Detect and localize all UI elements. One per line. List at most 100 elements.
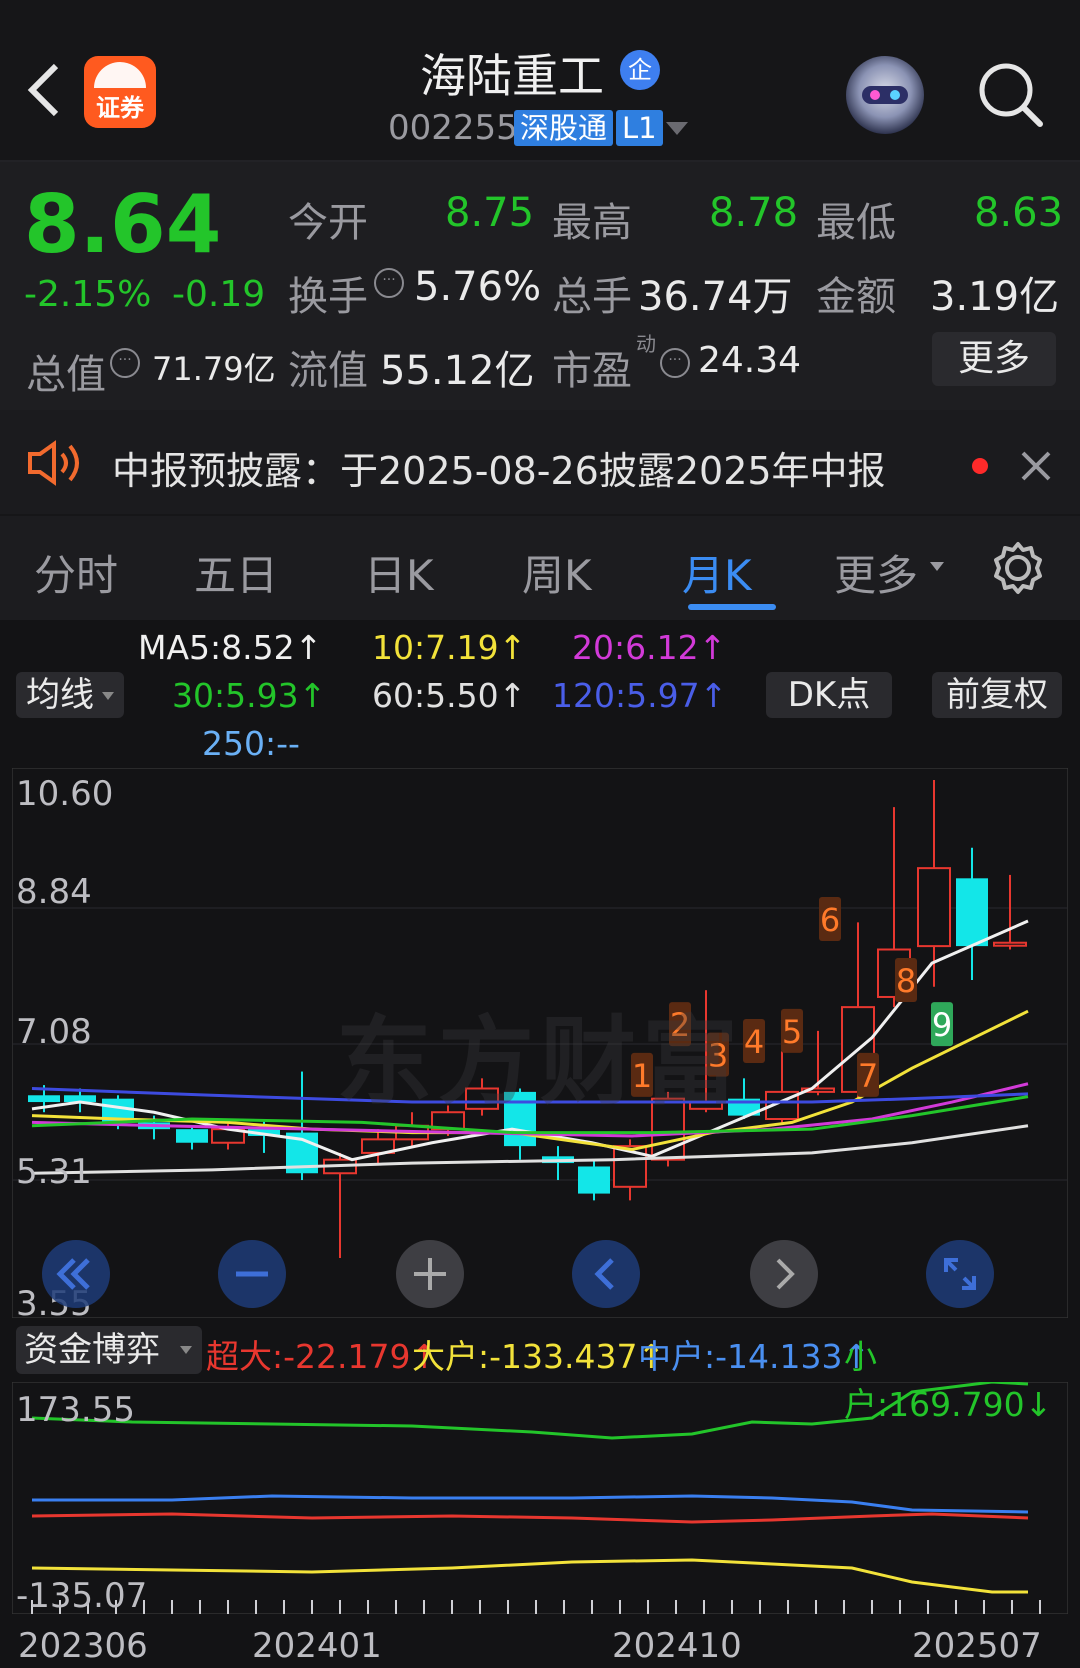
tab-more[interactable]: 更多 <box>834 542 918 603</box>
stock-code: 002255 <box>388 108 518 148</box>
ma120-value: 120:5.97↑ <box>552 676 728 715</box>
y-axis-label: 8.84 <box>16 872 92 912</box>
low-label: 最低 <box>816 200 896 246</box>
info-icon[interactable]: ··· <box>374 268 404 298</box>
ma5-value: MA5:8.52↑ <box>138 628 323 667</box>
ma-select-label: 均线 <box>26 675 94 715</box>
zoom-in-button[interactable] <box>396 1240 464 1308</box>
turnover-label: 换手 <box>288 274 368 320</box>
x-axis-label: 202401 <box>252 1626 382 1666</box>
dk-marker[interactable]: 8 <box>895 958 917 1003</box>
svg-text:7: 7 <box>858 1057 878 1095</box>
enterprise-badge: 企 <box>620 50 660 90</box>
dk-marker[interactable]: 5 <box>781 1008 803 1053</box>
volume-label: 总手 <box>552 274 632 320</box>
svg-text:6: 6 <box>820 901 840 939</box>
ma20-value: 20:6.12↑ <box>572 628 727 667</box>
float-label: 流值 <box>288 348 368 394</box>
tab-intraday[interactable]: 分时 <box>34 542 118 603</box>
unread-dot <box>972 458 988 474</box>
current-price: 8.64 <box>24 178 222 271</box>
svg-text:8: 8 <box>896 962 916 1000</box>
amount-value: 3.19亿 <box>930 274 1060 320</box>
ma30-value: 30:5.93↑ <box>172 676 327 715</box>
dk-marker[interactable]: 7 <box>857 1052 879 1097</box>
y-axis-label: 5.31 <box>16 1152 92 1192</box>
scroll-right-button[interactable] <box>750 1240 818 1308</box>
fund-flow-chart[interactable] <box>12 1382 1068 1614</box>
super-large-value: 超大:-22.179↑ <box>206 1337 439 1376</box>
fund-flow-line <box>32 1494 1029 1514</box>
dk-marker[interactable]: 4 <box>743 1019 765 1064</box>
notice-text[interactable]: 中报预披露：于2025-08-26披露2025年中报 <box>112 440 886 495</box>
volume-value: 36.74万 <box>638 274 793 320</box>
candle-body <box>993 941 1027 947</box>
watermark: 东方财富 <box>336 1006 744 1118</box>
candle-body <box>917 867 951 948</box>
tab-weekly-k[interactable]: 周K <box>522 542 592 603</box>
notice-bar[interactable]: 中报预披露：于2025-08-26披露2025年中报 <box>0 410 1080 514</box>
ma250-value: 250:-- <box>202 724 300 763</box>
scroll-to-start-button[interactable] <box>42 1240 110 1308</box>
info-icon[interactable]: ··· <box>110 348 140 378</box>
logo-emblem-icon <box>94 62 146 88</box>
dk-label: DK点 <box>787 675 871 715</box>
pe-dynamic-mark: 动 <box>636 332 656 356</box>
x-axis-label: 202306 <box>18 1626 148 1666</box>
candle-body <box>176 1129 208 1143</box>
y-axis-label: 7.08 <box>16 1012 92 1052</box>
low-value: 8.63 <box>974 190 1064 236</box>
change-percent: -2.15% <box>24 274 152 315</box>
ma60-value: 60:5.50↑ <box>372 676 527 715</box>
close-icon[interactable] <box>1020 450 1052 482</box>
fund-y-top: 173.55 <box>16 1390 135 1430</box>
high-label: 最高 <box>552 200 632 246</box>
x-axis-label: 202410 <box>612 1626 742 1666</box>
tab-monthly-k[interactable]: 月K <box>682 542 752 603</box>
quote-panel: 8.64 -2.15% -0.19 总值 ··· 71.79亿 今开 8.75 … <box>0 162 1080 410</box>
speaker-icon <box>28 440 79 486</box>
large-value: 大户:-133.437↑ <box>412 1337 666 1376</box>
search-icon[interactable] <box>976 60 1046 130</box>
info-icon[interactable]: ··· <box>660 348 690 378</box>
tab-daily-k[interactable]: 日K <box>364 542 434 603</box>
chevron-down-icon[interactable] <box>930 562 944 571</box>
zoom-out-button[interactable] <box>218 1240 286 1308</box>
fullscreen-button[interactable] <box>926 1240 994 1308</box>
x-axis-label: 202507 <box>912 1626 1042 1666</box>
fund-y-bottom: -135.07 <box>16 1576 148 1616</box>
fund-flow-line <box>31 1512 1029 1524</box>
tab-five-day[interactable]: 五日 <box>194 542 278 603</box>
broker-logo[interactable]: 证券 <box>84 56 156 128</box>
float-value: 55.12亿 <box>380 348 535 394</box>
turnover-value: 5.76% <box>414 264 542 310</box>
fund-indicator-select[interactable]: 资金博弈 <box>16 1326 202 1374</box>
high-value: 8.78 <box>709 190 799 236</box>
adjust-select[interactable]: 前复权 <box>932 672 1062 718</box>
medium-value: 中户:-14.133↑ <box>638 1337 871 1376</box>
candle-body <box>28 1095 60 1103</box>
dk-marker[interactable]: 9 <box>931 1002 953 1047</box>
more-button[interactable]: 更多 <box>932 332 1056 386</box>
connect-tag: 深股通 <box>514 110 614 146</box>
chevron-down-icon <box>102 692 114 700</box>
stock-name[interactable]: 海陆重工 <box>420 40 604 106</box>
chevron-down-icon <box>180 1346 192 1354</box>
ma10-value: 10:7.19↑ <box>372 628 527 667</box>
pe-label: 市盈 <box>552 348 632 394</box>
mktcap-value: 71.79亿 <box>152 350 276 388</box>
settings-gear-icon[interactable] <box>990 540 1046 596</box>
y-axis-label: 10.60 <box>16 774 114 814</box>
robot-assistant-icon[interactable] <box>846 56 924 134</box>
level-dropdown-icon[interactable] <box>666 122 688 135</box>
dk-point-toggle[interactable]: DK点 <box>766 672 892 718</box>
scroll-left-button[interactable] <box>572 1240 640 1308</box>
svg-text:4: 4 <box>744 1023 764 1061</box>
back-icon[interactable] <box>26 62 62 118</box>
level-tag[interactable]: L1 <box>616 110 663 146</box>
pe-value: 24.34 <box>698 340 802 381</box>
candle-body <box>578 1166 610 1194</box>
amount-label: 金额 <box>816 274 896 320</box>
change-amount: -0.19 <box>172 274 266 315</box>
dk-marker[interactable]: 6 <box>819 896 841 941</box>
